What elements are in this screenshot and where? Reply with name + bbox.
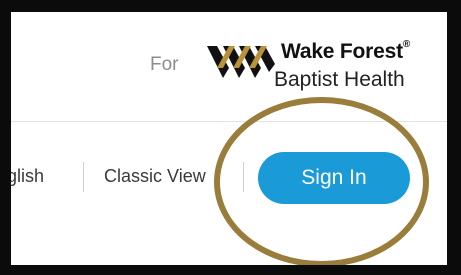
page-frame: For Wake Forest® Baptist Health glish Cl… bbox=[11, 12, 447, 265]
brand-line1-text: Wake Forest bbox=[281, 40, 403, 63]
brand-name-line1: Wake Forest® bbox=[281, 39, 411, 64]
classic-view-link[interactable]: Classic View bbox=[104, 166, 206, 187]
nav-divider bbox=[243, 162, 244, 192]
top-nav-bar: glish Classic View Sign In bbox=[11, 122, 447, 265]
for-label: For bbox=[150, 54, 179, 75]
sign-in-button[interactable]: Sign In bbox=[258, 152, 410, 204]
registered-mark: ® bbox=[402, 39, 411, 50]
page-header: For Wake Forest® Baptist Health bbox=[11, 12, 447, 122]
wake-forest-logo-icon bbox=[207, 46, 275, 78]
language-link[interactable]: glish bbox=[11, 166, 44, 187]
brand-name-line2: Baptist Health bbox=[274, 68, 405, 91]
nav-divider bbox=[83, 162, 84, 192]
